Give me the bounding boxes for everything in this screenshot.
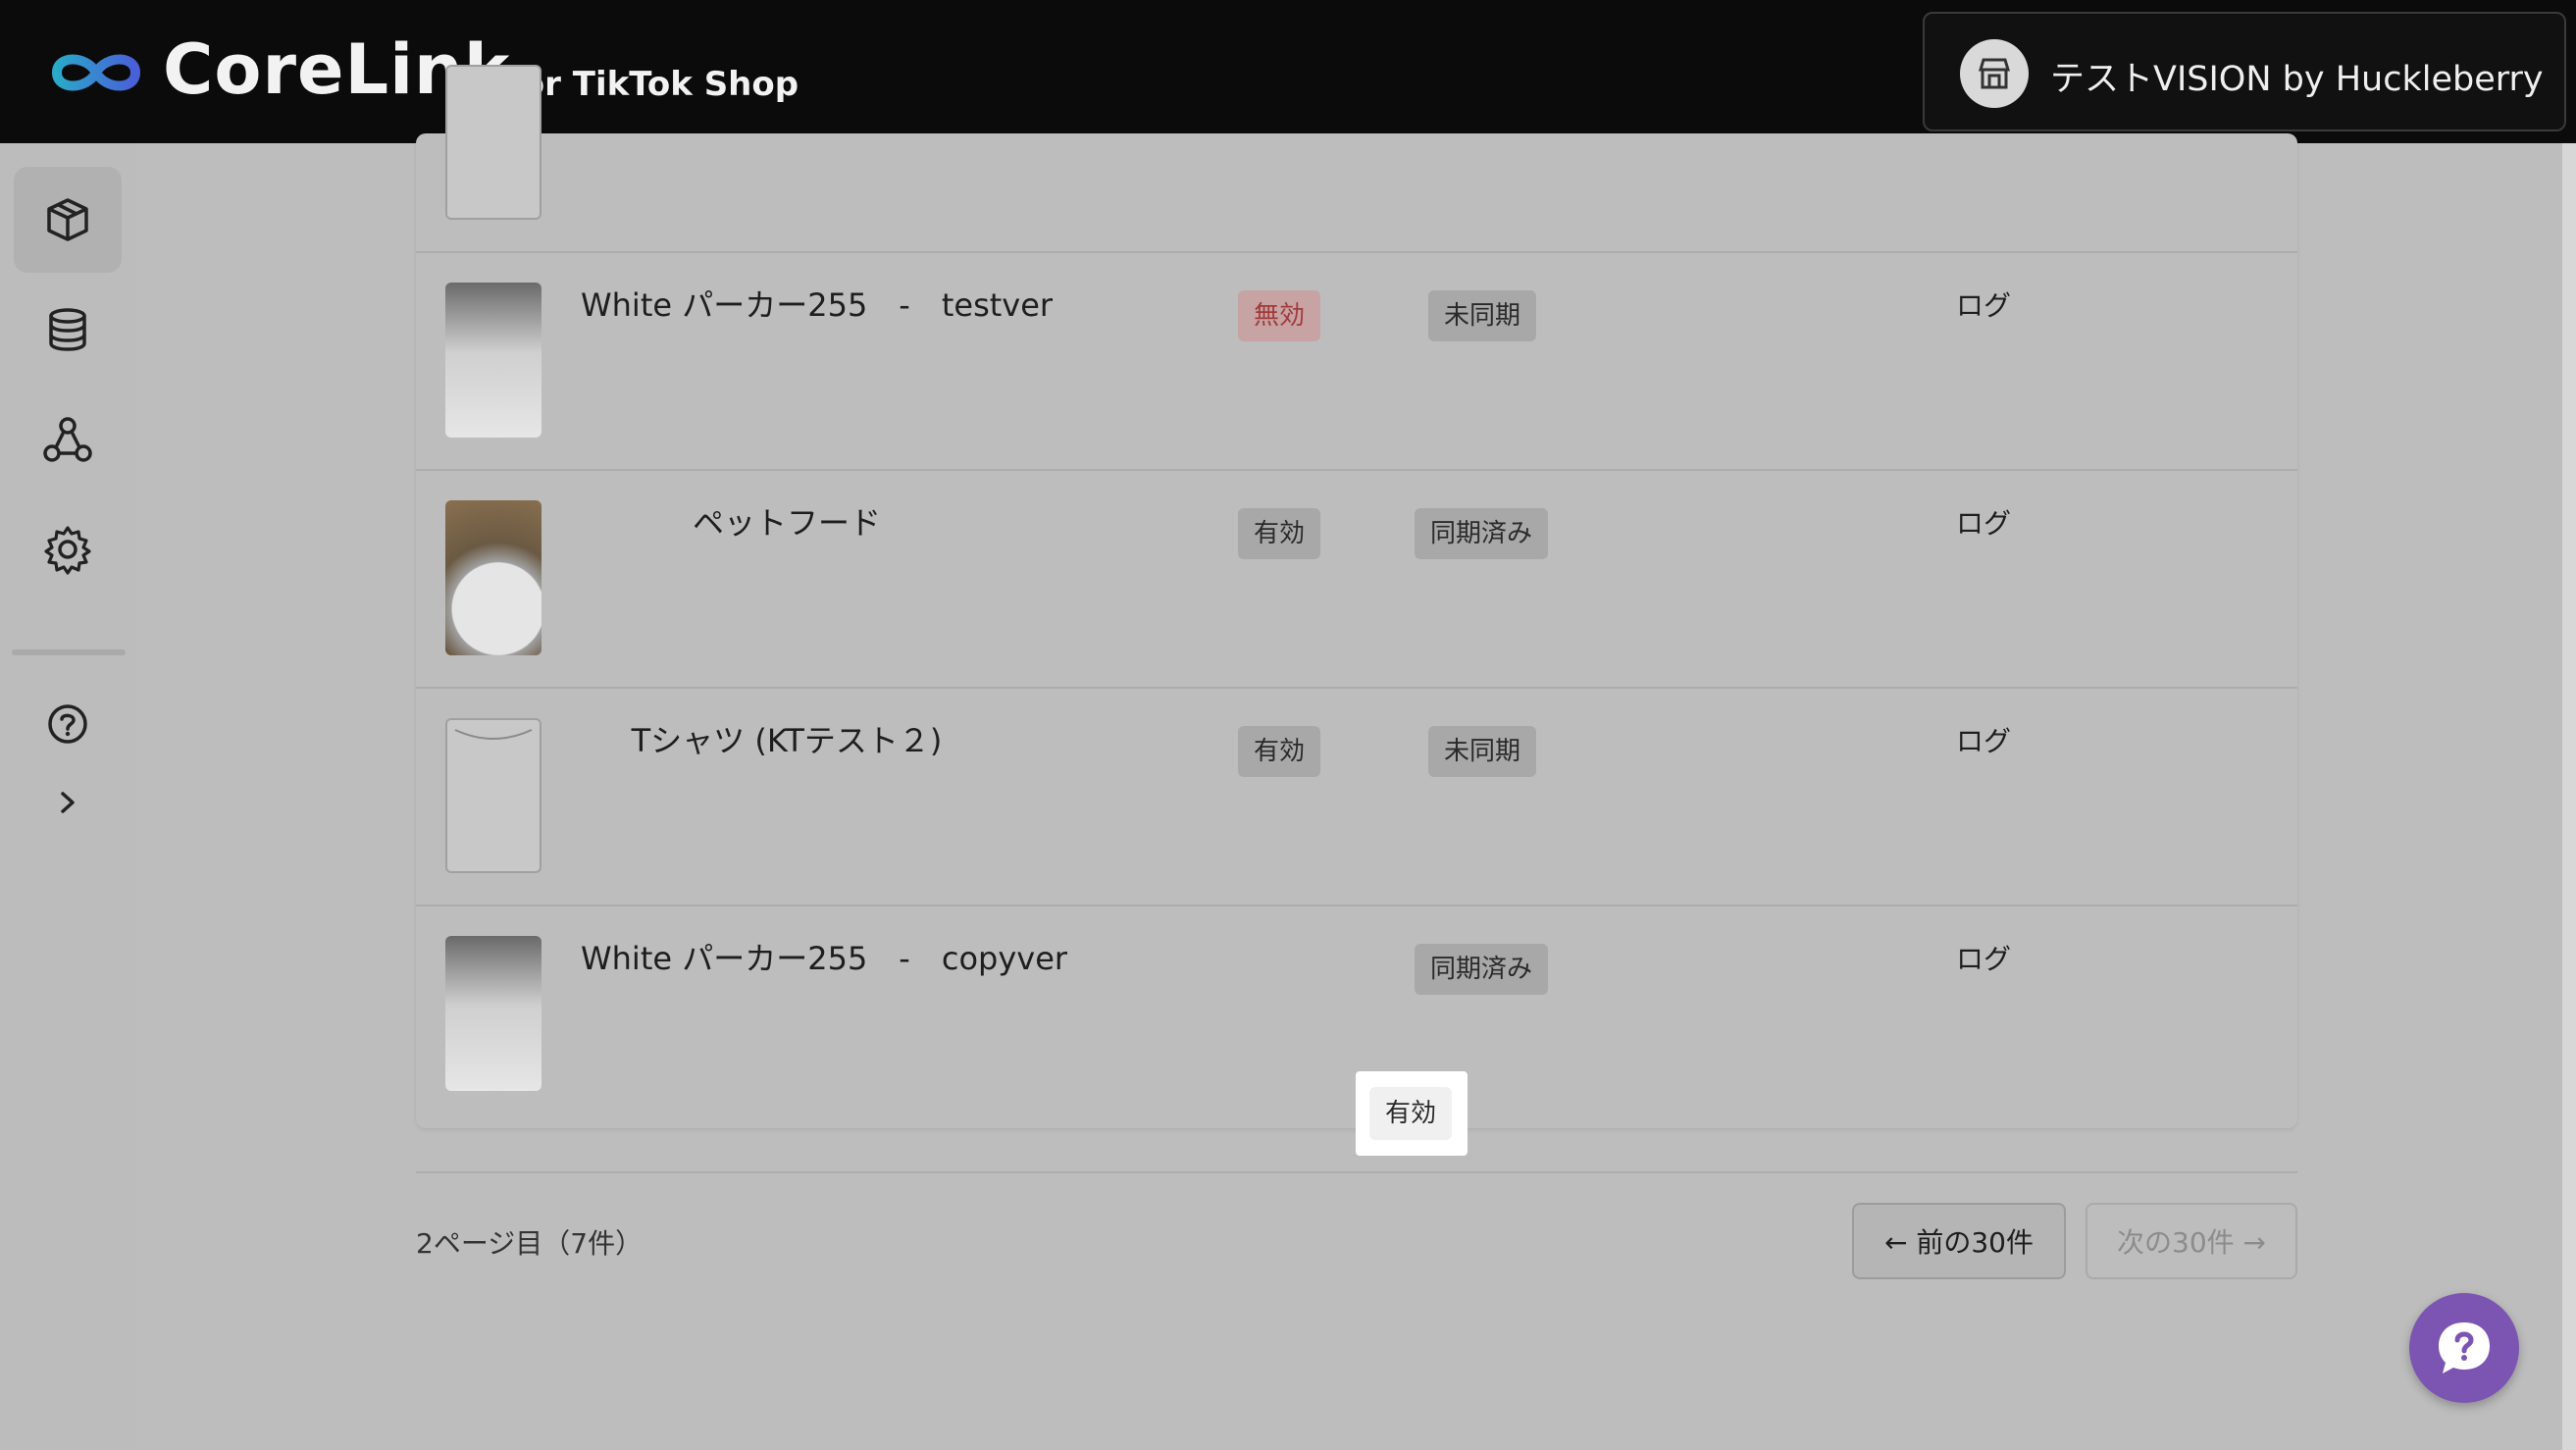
sync-badge: 同期済み: [1415, 508, 1549, 559]
database-icon: [49, 308, 86, 351]
product-thumbnail: [445, 718, 541, 873]
gear-icon: [44, 526, 91, 575]
product-thumbnail: [445, 65, 541, 220]
app-root: CoreLink for TikTok Shop テストVISION by Hu…: [0, 0, 2576, 1450]
divider: [416, 1171, 2297, 1173]
log-link[interactable]: ログ: [1956, 720, 2011, 759]
log-link[interactable]: ログ: [1956, 502, 2011, 542]
page-info: 2ページ目（7件）: [416, 1227, 644, 1260]
sidebar-divider: [12, 649, 126, 655]
product-thumbnail: [445, 500, 541, 655]
product-table: White パーカー255 - testver 無効 未同期 ログ ペットフード…: [416, 65, 2297, 1128]
status-badge: 有効: [1369, 1087, 1453, 1140]
status-badge-highlight[interactable]: 有効: [1356, 1071, 1468, 1156]
main-content: White パーカー255 - testver 無効 未同期 ログ ペットフード…: [135, 65, 2576, 1450]
sync-badge: 未同期: [1428, 290, 1537, 341]
question-icon: [48, 704, 87, 744]
status-badge: 有効: [1238, 726, 1321, 777]
sidebar-item-expand[interactable]: [14, 750, 122, 855]
help-chat-button[interactable]: [2409, 1293, 2519, 1403]
sidebar-item-settings[interactable]: [14, 496, 122, 602]
status-badge: 無効: [1238, 290, 1321, 341]
sidebar-item-products[interactable]: [14, 167, 122, 273]
status-badge: 有効: [1238, 508, 1321, 559]
next-page-button[interactable]: 次の30件 →: [2086, 1203, 2297, 1279]
sidebar: [0, 143, 135, 1450]
right-edge-strip: [2562, 143, 2576, 1450]
prev-page-button[interactable]: ← 前の30件: [1852, 1203, 2066, 1279]
sync-badge: 同期済み: [1415, 944, 1549, 995]
product-thumbnail: [445, 283, 541, 438]
infinity-logo-icon: [49, 45, 143, 104]
log-link[interactable]: ログ: [1956, 938, 2011, 977]
sidebar-item-integrations[interactable]: [14, 387, 122, 492]
table-row: White パーカー255 - testver 無効 未同期 ログ: [416, 251, 2297, 467]
product-name[interactable]: White パーカー255 - copyver: [581, 934, 1067, 979]
product-name[interactable]: ペットフード: [581, 498, 993, 544]
box-icon: [47, 198, 88, 241]
table-row-partial: [416, 35, 2297, 251]
table-row: ペットフード 有効 同期済み ログ: [416, 469, 2297, 685]
chevron-right-icon: [61, 792, 75, 813]
chat-question-icon: [2439, 1322, 2490, 1373]
sync-badge: 未同期: [1428, 726, 1537, 777]
tshirt-icon: [454, 729, 533, 740]
product-name[interactable]: Tシャツ (KTテスト２): [581, 716, 993, 761]
table-row: Tシャツ (KTテスト２) 有効 未同期 ログ: [416, 687, 2297, 903]
log-link[interactable]: ログ: [1956, 285, 2011, 324]
sidebar-item-database[interactable]: [14, 277, 122, 383]
product-thumbnail: [445, 936, 541, 1091]
product-name[interactable]: White パーカー255 - testver: [581, 281, 1053, 326]
network-icon: [43, 417, 92, 462]
